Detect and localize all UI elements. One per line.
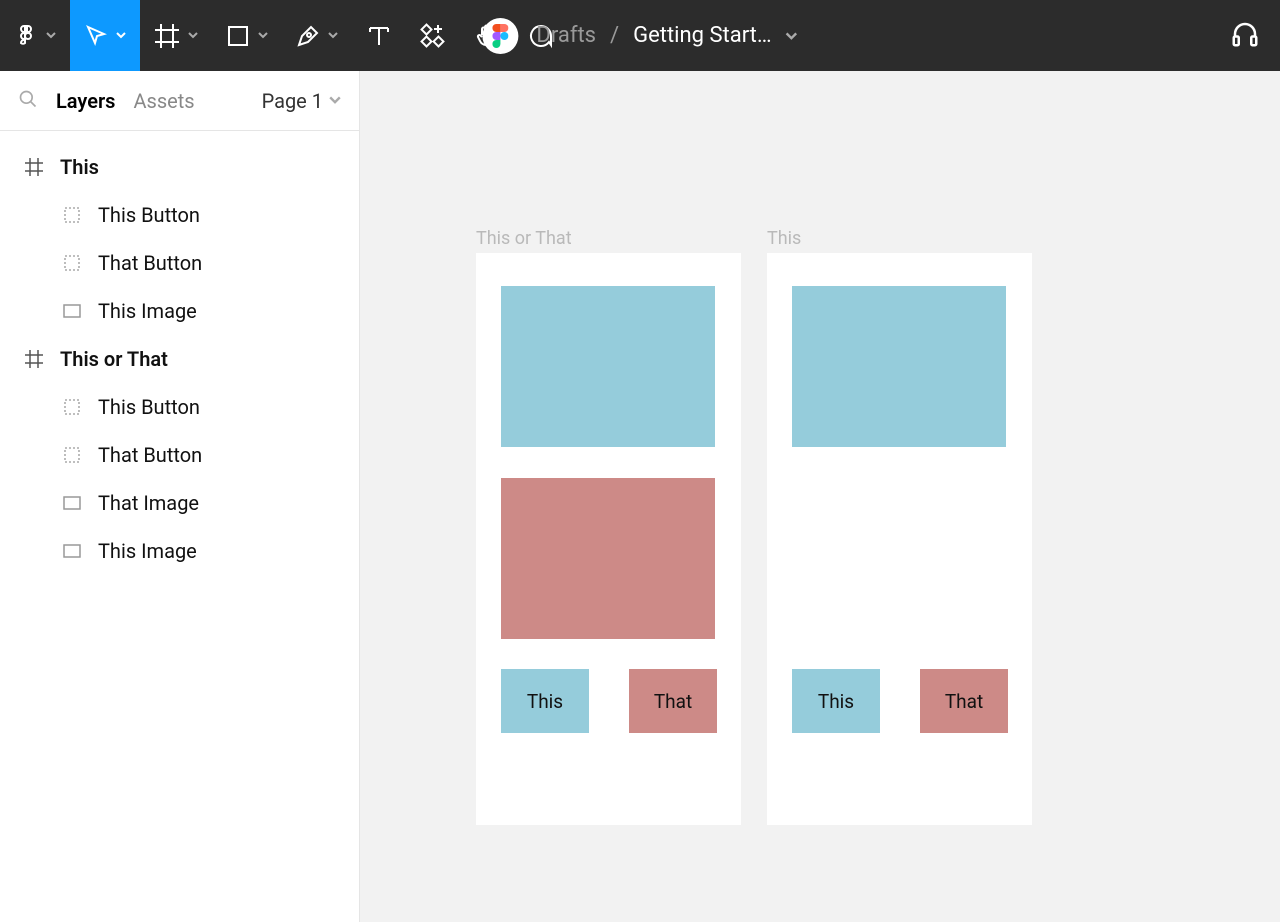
layer-frame[interactable]: This bbox=[0, 143, 359, 191]
main-menu-button[interactable] bbox=[0, 0, 70, 71]
breadcrumb-separator: / bbox=[610, 23, 619, 48]
canvas[interactable]: This or That This That This This bbox=[360, 71, 1280, 922]
tab-layers[interactable]: Layers bbox=[56, 89, 115, 113]
pen-tool-button[interactable] bbox=[282, 0, 352, 71]
rectangle-tool-icon bbox=[226, 24, 250, 48]
layer-label: This Image bbox=[98, 539, 197, 563]
search-icon[interactable] bbox=[18, 89, 38, 113]
button-label: This bbox=[527, 690, 563, 713]
layer-item[interactable]: This Button bbox=[0, 383, 359, 431]
move-tool-icon bbox=[84, 24, 108, 48]
layer-list: This This Button That Button This Image bbox=[0, 131, 359, 575]
chevron-down-icon bbox=[258, 31, 268, 41]
layer-item[interactable]: That Image bbox=[0, 479, 359, 527]
layers-panel: Layers Assets Page 1 This bbox=[0, 71, 360, 922]
layer-label: That Button bbox=[98, 443, 202, 467]
layer-label: This Button bbox=[98, 203, 200, 227]
rectangle-icon bbox=[62, 493, 82, 513]
chevron-down-icon[interactable] bbox=[786, 23, 798, 48]
breadcrumb: Drafts / Getting Start… bbox=[482, 18, 797, 54]
button-label: That bbox=[654, 690, 692, 713]
canvas-frame[interactable]: This or That This That bbox=[476, 228, 741, 825]
pen-tool-icon bbox=[296, 24, 320, 48]
layer-label: That Image bbox=[98, 491, 199, 515]
chevron-down-icon bbox=[328, 31, 338, 41]
artboard-button[interactable]: That bbox=[920, 669, 1008, 733]
layer-frame[interactable]: This or That bbox=[0, 335, 359, 383]
artboard[interactable]: This That bbox=[767, 253, 1032, 825]
frame-title[interactable]: This bbox=[767, 228, 1032, 249]
page-selector[interactable]: Page 1 bbox=[262, 89, 341, 113]
shape-tool-button[interactable] bbox=[212, 0, 282, 71]
chevron-down-icon bbox=[329, 96, 341, 106]
image-rect[interactable] bbox=[501, 286, 715, 447]
tab-assets[interactable]: Assets bbox=[133, 89, 194, 113]
layer-item[interactable]: This Button bbox=[0, 191, 359, 239]
chevron-down-icon bbox=[116, 31, 126, 41]
artboard-button[interactable]: That bbox=[629, 669, 717, 733]
page-label: Page 1 bbox=[262, 89, 323, 113]
resources-tool-button[interactable] bbox=[406, 0, 460, 71]
frame-tool-button[interactable] bbox=[140, 0, 212, 71]
text-tool-icon bbox=[366, 23, 392, 49]
breadcrumb-parent[interactable]: Drafts bbox=[536, 23, 596, 48]
image-rect[interactable] bbox=[792, 286, 1006, 447]
layer-item[interactable]: This Image bbox=[0, 287, 359, 335]
image-rect[interactable] bbox=[501, 478, 715, 639]
layer-label: This or That bbox=[60, 347, 168, 371]
layer-item[interactable]: This Image bbox=[0, 527, 359, 575]
move-tool-button[interactable] bbox=[70, 0, 140, 71]
button-label: This bbox=[818, 690, 854, 713]
layer-label: That Button bbox=[98, 251, 202, 275]
figma-menu-icon bbox=[14, 24, 38, 48]
toolbar: Drafts / Getting Start… bbox=[0, 0, 1280, 71]
figma-file-icon bbox=[482, 18, 518, 54]
layer-label: This bbox=[60, 155, 99, 179]
resources-icon bbox=[420, 23, 446, 49]
frame-title[interactable]: This or That bbox=[476, 228, 741, 249]
frame-tool-icon bbox=[154, 23, 180, 49]
headphones-icon[interactable] bbox=[1230, 19, 1260, 53]
component-icon bbox=[62, 445, 82, 465]
component-icon bbox=[62, 205, 82, 225]
chevron-down-icon bbox=[188, 31, 198, 41]
button-label: That bbox=[945, 690, 983, 713]
canvas-frame[interactable]: This This That bbox=[767, 228, 1032, 825]
layer-item[interactable]: That Button bbox=[0, 239, 359, 287]
artboard[interactable]: This That bbox=[476, 253, 741, 825]
breadcrumb-current[interactable]: Getting Start… bbox=[633, 23, 772, 48]
frame-icon bbox=[24, 157, 44, 177]
rectangle-icon bbox=[62, 301, 82, 321]
artboard-button[interactable]: This bbox=[792, 669, 880, 733]
layer-item[interactable]: That Button bbox=[0, 431, 359, 479]
rectangle-icon bbox=[62, 541, 82, 561]
artboard-button[interactable]: This bbox=[501, 669, 589, 733]
layer-label: This Image bbox=[98, 299, 197, 323]
text-tool-button[interactable] bbox=[352, 0, 406, 71]
layer-label: This Button bbox=[98, 395, 200, 419]
frame-icon bbox=[24, 349, 44, 369]
component-icon bbox=[62, 397, 82, 417]
component-icon bbox=[62, 253, 82, 273]
chevron-down-icon bbox=[46, 31, 56, 41]
